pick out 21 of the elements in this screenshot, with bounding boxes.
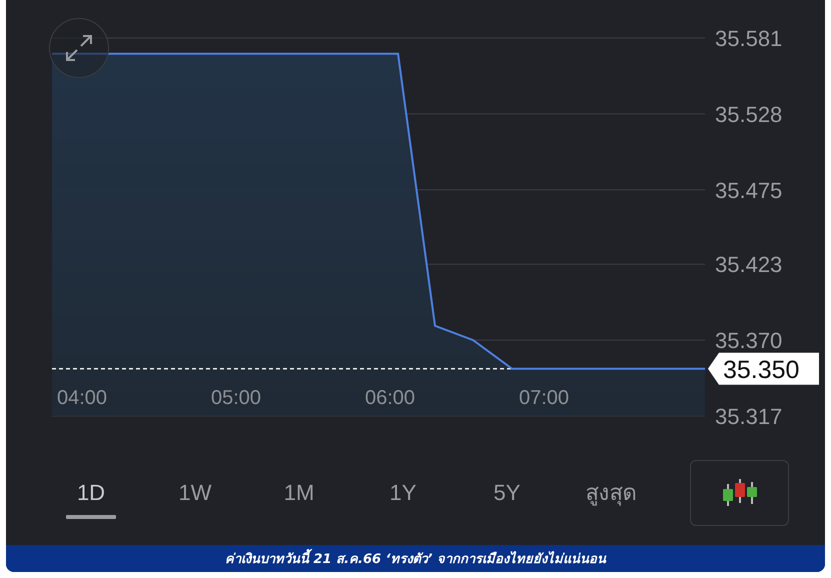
x-axis-label: 05:00 [211, 387, 262, 409]
ref-line-label: 35.350 [723, 356, 800, 384]
range-tab[interactable]: 1M [247, 462, 351, 522]
candlestick-icon [722, 478, 758, 508]
x-axis-label: 06:00 [365, 387, 416, 409]
x-axis-label: 04:00 [57, 387, 108, 409]
y-axis-label: 35.317 [715, 404, 782, 429]
y-axis-label: 35.423 [715, 252, 782, 278]
range-tab[interactable]: สูงสุด [559, 462, 663, 522]
y-axis-label: 35.581 [715, 26, 782, 51]
y-axis-label: 35.475 [715, 178, 782, 203]
range-tab[interactable]: 1D [39, 462, 143, 522]
y-axis-label: 35.370 [715, 328, 782, 354]
range-tab[interactable]: 1Y [351, 462, 455, 522]
range-tab[interactable]: 5Y [455, 462, 559, 522]
chart-type-button[interactable] [690, 460, 789, 526]
current-rate-label: 35.350 [708, 352, 819, 385]
caption: ค่าเงินบาทวันนี้ 21 ส.ค.66 ‘ทรงตัว’ จากการเมืองไทยยังไม่แน่นอน [6, 545, 825, 572]
range-tab[interactable]: 1W [143, 462, 247, 522]
y-axis-label: 35.528 [715, 102, 782, 127]
x-axis-label: 07:00 [519, 387, 570, 409]
